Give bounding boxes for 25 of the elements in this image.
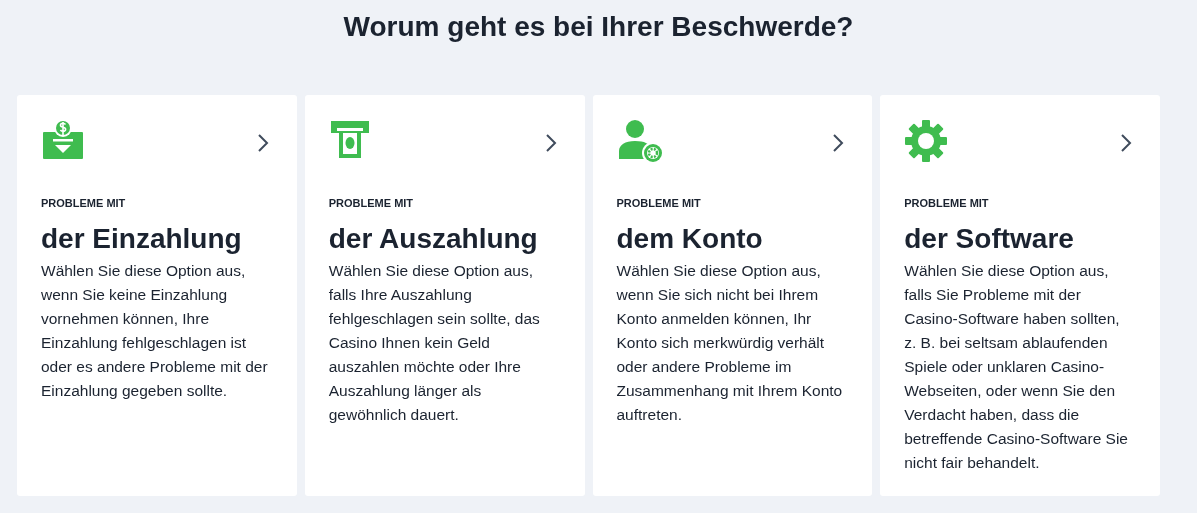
card-heading: dem Konto (616, 221, 763, 256)
chevron-right-icon (1120, 133, 1132, 153)
option-card[interactable] (592, 95, 873, 496)
page-title: Worum geht es bei Ihrer Beschwerde? (343, 10, 854, 44)
eyebrow-label: PROBLEME MIT (328, 196, 414, 211)
gear-icon (904, 119, 949, 163)
deposit-icon (41, 119, 85, 161)
card-description: Wählen Sie diese Option aus, wenn Sie keine Einzahlung vornehmen können, Ihre Einzahlung fehlgeschlagen ist oder es andere Probleme mit der Einzahlung gegeben sollte. (41, 260, 269, 401)
option-card[interactable] (880, 95, 1160, 496)
card-description: Wählen Sie diese Option aus, falls Sie Probleme mit der Casino-Software haben sollten, z. B. bei seltsam ablaufenden Spiele oder unklaren Casino-Webseiten, oder wenn Sie den Verdacht haben, dass die betreffende Casino-Software Sie nicht fair behandelt. (904, 260, 1129, 473)
option-card[interactable] (304, 95, 585, 496)
card-heading: der Software (904, 221, 1074, 256)
card-description: Wählen Sie diese Option aus, wenn Sie sich nicht bei Ihrem Konto anmelden können, Ihr Konto sich merkwürdig verhält oder andere Probleme im Zusammenhang mit Ihrem Konto auftreten. (616, 260, 844, 425)
chevron-right-icon (832, 133, 845, 153)
cash-dispenser-icon (328, 119, 371, 161)
card-heading: der Auszahlung (328, 221, 538, 256)
chevron-right-icon (544, 133, 557, 153)
card-description: Wählen Sie diese Option aus, falls Ihre Auszahlung fehlgeschlagen sein sollte, das Casino Ihnen kein Geld auszahlen möchte oder Ihre Auszahlung länger als gewöhnlich dauert. (328, 260, 541, 425)
user-settings-icon (616, 119, 665, 165)
eyebrow-label: PROBLEME MIT (41, 196, 126, 211)
card-heading: der Einzahlung (41, 221, 242, 256)
eyebrow-label: PROBLEME MIT (904, 196, 989, 211)
eyebrow-label: PROBLEME MIT (616, 196, 701, 211)
option-card[interactable]: PROBLEME MIT der Einzahlung Wählen Sie diese Option aus, wenn Sie keine Einzahlung vornehmen können, Ihre Einzahlung fehlgeschlagen ist oder es andere Probleme mit der Einzahlung gegeben sollte. (17, 95, 297, 496)
chevron-right-icon (256, 133, 269, 153)
